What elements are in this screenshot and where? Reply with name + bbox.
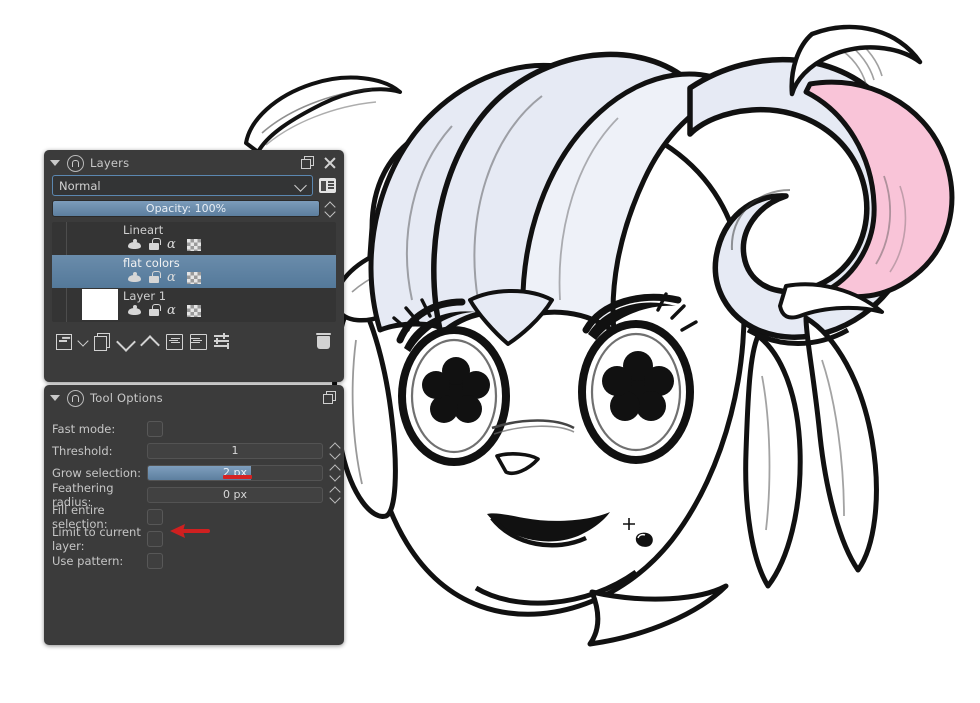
chevron-down-icon[interactable] bbox=[76, 330, 90, 352]
docker-lock-icon[interactable] bbox=[67, 389, 84, 407]
tool-option-row: Fast mode: bbox=[44, 418, 344, 439]
tool-options-body: Fast mode: Threshold: 1 Grow selection: 2 px… bbox=[44, 408, 344, 571]
layer-row[interactable]: Lineart α bbox=[52, 222, 336, 255]
layer-thumbnail bbox=[82, 223, 118, 254]
blend-mode-select[interactable]: Normal bbox=[52, 175, 313, 196]
layer-info: Layer 1α bbox=[118, 288, 336, 321]
tool-option-slider[interactable]: 1 bbox=[147, 442, 323, 459]
layer-row[interactable]: flat colors α bbox=[52, 255, 336, 288]
layers-docker-title: Layers bbox=[90, 156, 130, 170]
layer-thumbnail bbox=[82, 289, 118, 320]
layer-name: Lineart bbox=[123, 223, 164, 237]
layer-list[interactable]: Lineart α flat colors α Layer 1α bbox=[52, 222, 336, 322]
opacity-row: Opacity: 100% bbox=[44, 196, 344, 217]
checker-icon[interactable] bbox=[187, 271, 201, 284]
float-docker-icon[interactable] bbox=[322, 390, 338, 406]
tool-option-label: Threshold: bbox=[52, 443, 113, 458]
tool-options-docker[interactable]: Tool Options Fast mode: Threshold: 1 Grow s… bbox=[44, 385, 344, 645]
tool-option-label: Fast mode: bbox=[52, 421, 116, 436]
opacity-value: Opacity: 100% bbox=[145, 202, 227, 215]
docker-lock-icon[interactable] bbox=[67, 154, 84, 172]
lock-open-icon[interactable] bbox=[147, 304, 162, 317]
layer-thumbnail bbox=[82, 256, 118, 287]
close-icon[interactable] bbox=[322, 155, 338, 171]
tool-option-row: Use pattern: bbox=[44, 550, 344, 571]
tool-option-stepper[interactable] bbox=[329, 464, 342, 481]
checker-icon[interactable] bbox=[187, 238, 201, 251]
move-layer-down-icon[interactable] bbox=[114, 330, 138, 352]
float-docker-icon[interactable] bbox=[300, 155, 316, 171]
layers-docker[interactable]: Layers Normal Opacity: 100% Lineart α flat… bbox=[44, 150, 344, 382]
tool-option-label: Grow selection: bbox=[52, 465, 142, 480]
move-layer-left-icon[interactable] bbox=[162, 330, 186, 352]
eye-icon[interactable] bbox=[127, 271, 142, 284]
tool-option-checkbox[interactable] bbox=[147, 552, 163, 569]
add-layer-icon[interactable] bbox=[52, 330, 76, 352]
tool-option-row: Threshold: 1 bbox=[44, 440, 344, 461]
fill-bucket-cursor-icon bbox=[623, 518, 655, 549]
layer-name: flat colors bbox=[123, 256, 180, 270]
blend-mode-row: Normal bbox=[44, 173, 344, 196]
duplicate-layer-icon[interactable] bbox=[90, 330, 114, 352]
chevron-down-icon bbox=[294, 179, 307, 192]
move-layer-right-icon[interactable] bbox=[186, 330, 210, 352]
tool-option-checkbox[interactable] bbox=[147, 508, 163, 525]
tool-option-slider[interactable]: 0 px bbox=[147, 486, 323, 503]
opacity-slider[interactable]: Opacity: 100% bbox=[52, 200, 320, 217]
triangle-down-icon[interactable] bbox=[50, 395, 60, 401]
layer-name: Layer 1 bbox=[123, 289, 167, 303]
tool-option-stepper[interactable] bbox=[329, 442, 342, 459]
blend-mode-value: Normal bbox=[59, 178, 101, 193]
alpha-icon[interactable]: α bbox=[167, 238, 182, 251]
slider-value: 0 px bbox=[223, 488, 247, 501]
tool-option-label: Limit to current layer: bbox=[52, 524, 141, 553]
slider-value: 1 bbox=[231, 444, 239, 457]
layers-docker-titlebar[interactable]: Layers bbox=[44, 150, 344, 173]
layers-toolbar[interactable] bbox=[44, 322, 344, 354]
layer-properties-icon[interactable] bbox=[210, 330, 234, 352]
checker-icon[interactable] bbox=[187, 304, 201, 317]
tool-options-titlebar[interactable]: Tool Options bbox=[44, 385, 344, 408]
layer-icon-row: α bbox=[123, 270, 336, 285]
tool-option-checkbox[interactable] bbox=[147, 420, 163, 437]
red-underline-annotation bbox=[223, 475, 252, 479]
opacity-stepper[interactable] bbox=[325, 200, 336, 217]
tool-options-title: Tool Options bbox=[90, 391, 163, 405]
layer-icon-row: α bbox=[123, 303, 336, 318]
triangle-down-icon[interactable] bbox=[50, 160, 60, 166]
lock-open-icon[interactable] bbox=[147, 238, 162, 251]
eye-icon[interactable] bbox=[127, 238, 142, 251]
eye-icon[interactable] bbox=[127, 304, 142, 317]
move-layer-up-icon[interactable] bbox=[138, 330, 162, 352]
layer-info: Lineart α bbox=[118, 222, 336, 255]
layer-row[interactable]: Layer 1α bbox=[52, 288, 336, 321]
tool-option-checkbox[interactable] bbox=[147, 530, 163, 547]
tool-option-stepper[interactable] bbox=[329, 486, 342, 503]
red-arrow-left-icon bbox=[170, 524, 210, 538]
alpha-icon[interactable]: α bbox=[167, 304, 182, 317]
layer-list-view-icon[interactable] bbox=[319, 178, 336, 193]
lock-open-icon[interactable] bbox=[147, 271, 162, 284]
layer-info: flat colors α bbox=[118, 255, 336, 288]
delete-layer-icon[interactable] bbox=[312, 330, 336, 352]
tool-option-label: Use pattern: bbox=[52, 553, 124, 568]
alpha-icon[interactable]: α bbox=[167, 271, 182, 284]
layer-icon-row: α bbox=[123, 237, 336, 252]
